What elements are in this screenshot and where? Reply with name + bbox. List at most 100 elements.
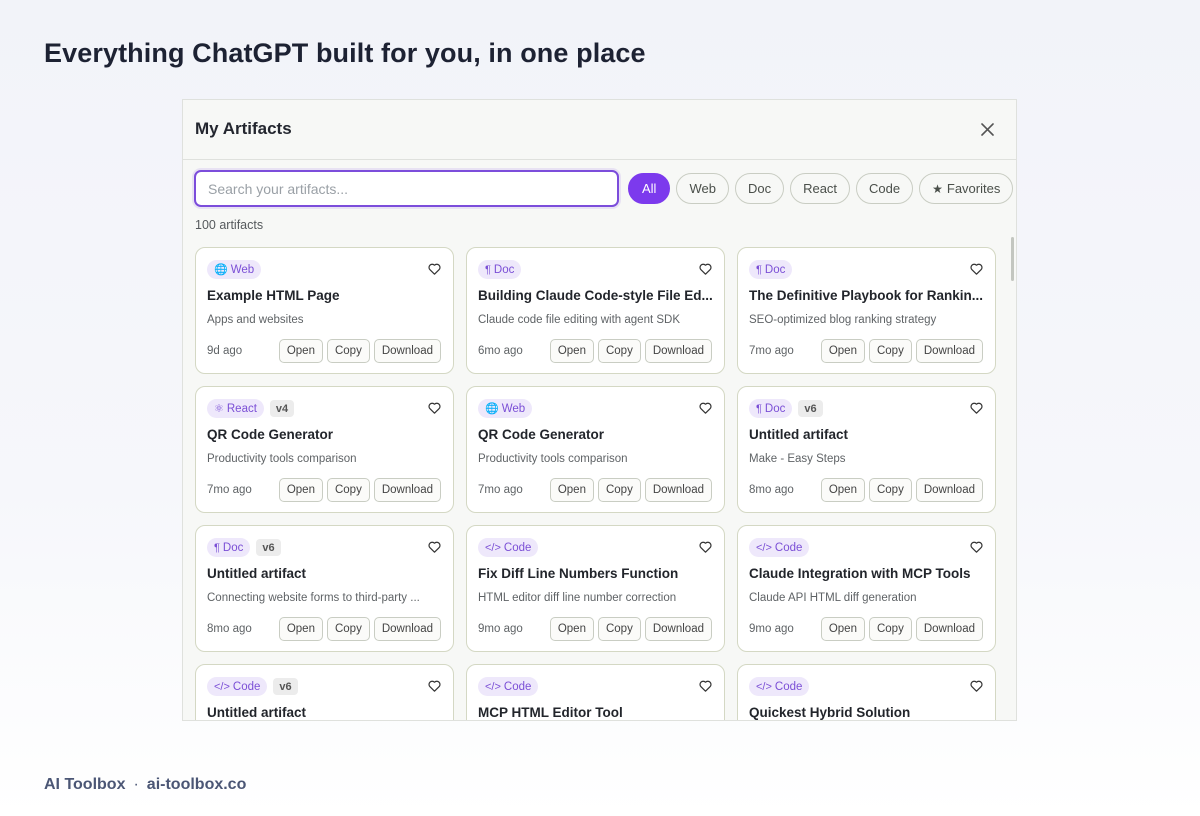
open-button[interactable]: Open <box>549 478 594 502</box>
heart-icon <box>698 680 712 692</box>
download-button[interactable]: Download <box>915 478 983 502</box>
card-timestamp: 9d ago <box>207 345 243 357</box>
copy-button[interactable]: Copy <box>597 478 641 502</box>
version-badge: v4 <box>269 400 295 417</box>
scrollbar-thumb[interactable] <box>1011 237 1014 281</box>
filter-react[interactable]: React <box>790 173 851 204</box>
filter-doc[interactable]: Doc <box>734 173 785 204</box>
artifact-card[interactable]: </> Code v6 Untitled artifact <box>195 664 454 720</box>
card-actions: Open Copy Download <box>549 478 712 502</box>
card-tags: </> Code <box>749 538 810 557</box>
star-icon: ★ <box>932 181 943 196</box>
artifact-card[interactable]: ¶ Doc v6 Untitled artifact Connecting web… <box>195 525 454 652</box>
card-title: MCP HTML Editor Tool <box>478 705 623 720</box>
type-badge: </> Code <box>749 538 810 557</box>
card-title: Example HTML Page <box>207 288 340 303</box>
artifact-card[interactable]: </> Code Fix Diff Line Numbers Function H… <box>466 525 725 652</box>
favorite-button[interactable] <box>698 401 712 415</box>
open-button[interactable]: Open <box>820 478 865 502</box>
globe-icon: 🌐 <box>214 264 228 276</box>
copy-button[interactable]: Copy <box>597 617 641 641</box>
open-button[interactable]: Open <box>278 478 323 502</box>
card-tags: </> Code v6 <box>207 677 298 696</box>
copy-button[interactable]: Copy <box>868 617 912 641</box>
open-button[interactable]: Open <box>549 617 594 641</box>
download-button[interactable]: Download <box>915 339 983 363</box>
type-badge: ¶ Doc <box>749 260 793 279</box>
download-button[interactable]: Download <box>644 617 712 641</box>
card-actions: Open Copy Download <box>549 339 712 363</box>
open-button[interactable]: Open <box>549 339 594 363</box>
favorite-button[interactable] <box>969 401 983 415</box>
download-button[interactable]: Download <box>373 617 441 641</box>
close-button[interactable] <box>976 118 998 140</box>
type-label: React <box>226 402 257 415</box>
card-timestamp: 6mo ago <box>478 345 523 357</box>
copy-button[interactable]: Copy <box>326 339 370 363</box>
card-tags: ¶ Doc <box>478 260 522 279</box>
favorite-button[interactable] <box>427 401 441 415</box>
type-label: Web <box>501 402 526 415</box>
artifact-card[interactable]: ⚛ React v4 QR Code Generator Productivity… <box>195 386 454 513</box>
filter-web[interactable]: Web <box>676 173 729 204</box>
favorite-button[interactable] <box>969 262 983 276</box>
open-button[interactable]: Open <box>820 617 865 641</box>
card-description: SEO-optimized blog ranking strategy <box>749 314 937 326</box>
favorite-button[interactable] <box>427 540 441 554</box>
copy-button[interactable]: Copy <box>868 478 912 502</box>
type-badge: ⚛ React <box>207 399 264 418</box>
download-button[interactable]: Download <box>644 339 712 363</box>
heart-icon <box>427 263 441 275</box>
close-icon <box>980 122 994 136</box>
filter-all[interactable]: All <box>628 173 671 204</box>
type-label: Code <box>503 541 532 554</box>
artifact-card[interactable]: ¶ Doc The Definitive Playbook for Rankin.… <box>737 247 996 374</box>
card-actions: Open Copy Download <box>820 478 983 502</box>
artifact-card[interactable]: 🌐 Web QR Code Generator Productivity tool… <box>466 386 725 513</box>
card-tags: ⚛ React v4 <box>207 399 295 418</box>
artifact-card[interactable]: ¶ Doc Building Claude Code-style File Ed.… <box>466 247 725 374</box>
favorite-button[interactable] <box>427 262 441 276</box>
type-badge: 🌐 Web <box>207 260 262 279</box>
favorite-button[interactable] <box>698 262 712 276</box>
artifact-card[interactable]: ¶ Doc v6 Untitled artifact Make - Easy St… <box>737 386 996 513</box>
artifact-count: 100 artifacts <box>195 218 264 232</box>
favorite-button[interactable] <box>698 540 712 554</box>
open-button[interactable]: Open <box>278 617 323 641</box>
search-input[interactable] <box>194 170 619 207</box>
type-badge: ¶ Doc <box>749 399 793 418</box>
artifact-card[interactable]: </> Code MCP HTML Editor Tool <box>466 664 725 720</box>
copy-button[interactable]: Copy <box>597 339 641 363</box>
code-icon: </> <box>756 680 772 693</box>
artifact-card[interactable]: </> Code Quickest Hybrid Solution <box>737 664 996 720</box>
type-label: Doc <box>493 263 515 276</box>
filter-favorites[interactable]: ★ Favorites <box>919 173 1014 204</box>
copy-button[interactable]: Copy <box>326 478 370 502</box>
favorite-button[interactable] <box>969 679 983 693</box>
version-badge: v6 <box>273 678 298 695</box>
download-button[interactable]: Download <box>915 617 983 641</box>
card-tags: </> Code <box>478 677 539 696</box>
card-title: The Definitive Playbook for Rankin... <box>749 288 984 303</box>
type-badge: </> Code <box>478 677 539 696</box>
open-button[interactable]: Open <box>278 339 323 363</box>
download-button[interactable]: Download <box>373 478 441 502</box>
copy-button[interactable]: Copy <box>868 339 912 363</box>
artifact-card[interactable]: </> Code Claude Integration with MCP Tool… <box>737 525 996 652</box>
favorite-button[interactable] <box>427 679 441 693</box>
open-button[interactable]: Open <box>820 339 865 363</box>
footer-site: ai-toolbox.co <box>146 776 247 793</box>
download-button[interactable]: Download <box>644 478 712 502</box>
filter-code[interactable]: Code <box>856 173 914 204</box>
card-tags: </> Code <box>749 677 810 696</box>
favorite-button[interactable] <box>698 679 712 693</box>
footer: AI Toolbox · ai-toolbox.co <box>44 776 246 794</box>
card-description: Claude code file editing with agent SDK <box>478 314 681 326</box>
type-label: Doc <box>764 263 786 276</box>
artifact-card[interactable]: 🌐 Web Example HTML Page Apps and websites… <box>195 247 454 374</box>
type-badge: ¶ Doc <box>478 260 522 279</box>
copy-button[interactable]: Copy <box>326 617 370 641</box>
download-button[interactable]: Download <box>373 339 441 363</box>
favorite-button[interactable] <box>969 540 983 554</box>
card-description: Productivity tools comparison <box>207 453 357 465</box>
